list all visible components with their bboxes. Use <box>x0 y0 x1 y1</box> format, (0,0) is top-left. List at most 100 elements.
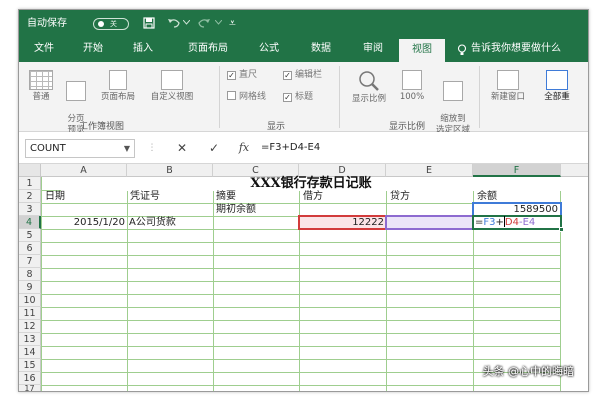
column-header-a[interactable]: A <box>41 164 127 177</box>
cell-c2[interactable]: 摘要 <box>216 190 236 203</box>
name-box[interactable]: COUNT ▼ <box>25 139 135 158</box>
page-layout-icon <box>109 70 127 90</box>
row-header-6[interactable]: 6 <box>19 242 41 255</box>
row-header-7[interactable]: 7 <box>19 255 41 268</box>
gridline <box>41 294 561 295</box>
tab-review[interactable]: 审阅 <box>355 37 391 62</box>
row-header-13[interactable]: 13 <box>19 333 41 346</box>
tell-me-search[interactable]: 告诉我你想要做什么 <box>471 37 588 62</box>
tab-data[interactable]: 数据 <box>303 37 339 62</box>
tab-file[interactable]: 文件 <box>25 37 63 62</box>
tab-page-layout[interactable]: 页面布局 <box>179 37 237 62</box>
gridline <box>41 281 561 282</box>
chevron-down-icon[interactable]: ▼ <box>124 140 130 157</box>
chevron-down-icon[interactable] <box>183 20 190 25</box>
checkbox-empty-icon <box>227 91 236 100</box>
magnifier-icon <box>359 71 379 91</box>
cell-d2[interactable]: 借方 <box>303 190 323 203</box>
page-layout-view-button[interactable]: 页面布局 <box>95 70 141 103</box>
page-break-icon <box>66 81 86 101</box>
row-header-10[interactable]: 10 <box>19 294 41 307</box>
row-header-4[interactable]: 4 <box>19 216 41 229</box>
gridlines-checkbox[interactable]: 网格线 <box>227 90 266 104</box>
cancel-icon[interactable]: ✕ <box>173 138 191 158</box>
row-header-5[interactable]: 5 <box>19 229 41 242</box>
row-header-9[interactable]: 9 <box>19 281 41 294</box>
group-separator <box>219 66 220 128</box>
column-header-f[interactable]: F <box>473 164 561 177</box>
customize-qat-icon[interactable]: ⩡ <box>229 10 236 37</box>
redo-icon[interactable] <box>197 17 211 29</box>
cell-a2[interactable]: 日期 <box>45 190 65 203</box>
row-header-1[interactable]: 1 <box>19 177 41 190</box>
gridline <box>41 359 561 360</box>
tab-home[interactable]: 开始 <box>75 37 111 62</box>
drag-handle-icon[interactable]: ⋮ <box>143 138 161 158</box>
tab-formulas[interactable]: 公式 <box>251 37 287 62</box>
enter-icon[interactable]: ✓ <box>205 138 223 158</box>
autosave-toggle[interactable]: 关 <box>93 18 129 30</box>
insert-function-icon[interactable]: fx <box>235 138 253 158</box>
select-all-corner[interactable] <box>19 164 41 177</box>
new-window-button[interactable]: 新建窗口 <box>483 70 533 103</box>
group-label-show: 显示 <box>267 122 286 132</box>
checkbox-checked-icon: ✓ <box>283 93 292 102</box>
excel-window: 自动保存 关 ⩡ 文件 开始 插入 页面布局 公式 数据 审阅 视图 告诉我你想… <box>18 9 589 392</box>
headings-checkbox[interactable]: ✓ 标题 <box>283 90 313 104</box>
column-header-e[interactable]: E <box>386 164 473 177</box>
custom-views-button[interactable]: 自定义视图 <box>143 70 201 103</box>
normal-view-button[interactable]: 普通 <box>23 70 59 103</box>
cell-d4[interactable]: 12222 <box>300 216 384 229</box>
zoom-100-button[interactable]: 100% <box>397 70 427 103</box>
sheet-title[interactable]: XXX银行存款日记账 <box>61 177 561 191</box>
column-header-overflow <box>561 164 588 177</box>
worksheet-grid[interactable]: A B C D E F 1 2 3 4 5 6 7 8 9 10 11 12 1… <box>19 164 588 391</box>
arrange-all-icon <box>546 70 568 90</box>
formula-bar-checkbox[interactable]: ✓ 编辑栏 <box>283 68 322 82</box>
gridline <box>41 333 561 334</box>
tab-insert[interactable]: 插入 <box>125 37 161 62</box>
zoom-100-icon <box>402 70 422 90</box>
tab-view[interactable]: 视图 <box>399 39 445 62</box>
group-separator <box>479 66 480 128</box>
row-header-3[interactable]: 3 <box>19 203 41 216</box>
row-header-17[interactable]: 17 <box>19 385 41 391</box>
cell-b4[interactable]: A公司货款 <box>129 216 176 229</box>
lightbulb-icon <box>457 44 467 55</box>
fill-handle[interactable] <box>559 227 564 232</box>
normal-view-icon <box>29 70 53 90</box>
column-header-b[interactable]: B <box>127 164 213 177</box>
chevron-down-icon[interactable] <box>215 20 222 25</box>
cell-b2[interactable]: 凭证号 <box>130 190 160 203</box>
cell-c3[interactable]: 期初余额 <box>216 203 256 216</box>
cell-e2[interactable]: 贷方 <box>390 190 410 203</box>
undo-icon[interactable] <box>167 17 181 29</box>
formula-input[interactable]: =F3+D4-E4 <box>257 138 587 158</box>
row-header-14[interactable]: 14 <box>19 346 41 359</box>
ribbon-view: 普通 分页 预览 页面布局 自定义视图 工作簿视图 ✓ 直尺 ✓ 编辑栏 网格线 ✓… <box>19 62 588 135</box>
row-header-12[interactable]: 12 <box>19 320 41 333</box>
gridline <box>41 346 561 347</box>
group-label-zoom: 显示比例 <box>389 122 426 132</box>
gridline <box>41 385 561 386</box>
cell-f4-formula-edit[interactable]: =F3+D4-E4 <box>475 216 535 229</box>
zoom-to-selection-button[interactable]: 缩放到 选定区域 <box>431 70 475 136</box>
arrange-all-button[interactable]: 全部重 <box>537 70 577 103</box>
row-header-2[interactable]: 2 <box>19 190 41 203</box>
group-separator <box>339 66 340 128</box>
row-header-16[interactable]: 16 <box>19 372 41 385</box>
zoom-selection-icon <box>443 81 463 101</box>
save-icon[interactable] <box>143 17 155 29</box>
ribbon-tabs: 文件 开始 插入 页面布局 公式 数据 审阅 视图 告诉我你想要做什么 <box>19 37 588 62</box>
row-header-8[interactable]: 8 <box>19 268 41 281</box>
row-header-11[interactable]: 11 <box>19 307 41 320</box>
zoom-button[interactable]: 显示比例 <box>345 70 393 105</box>
gridline <box>41 242 561 243</box>
checkbox-checked-icon: ✓ <box>283 71 292 80</box>
cell-a4[interactable]: 2015/1/20 <box>41 216 125 229</box>
gridline <box>41 307 561 308</box>
reference-range-e4 <box>385 215 474 230</box>
row-header-15[interactable]: 15 <box>19 359 41 372</box>
ruler-checkbox[interactable]: ✓ 直尺 <box>227 68 257 82</box>
group-label-workbook-views: 工作簿视图 <box>79 122 125 132</box>
